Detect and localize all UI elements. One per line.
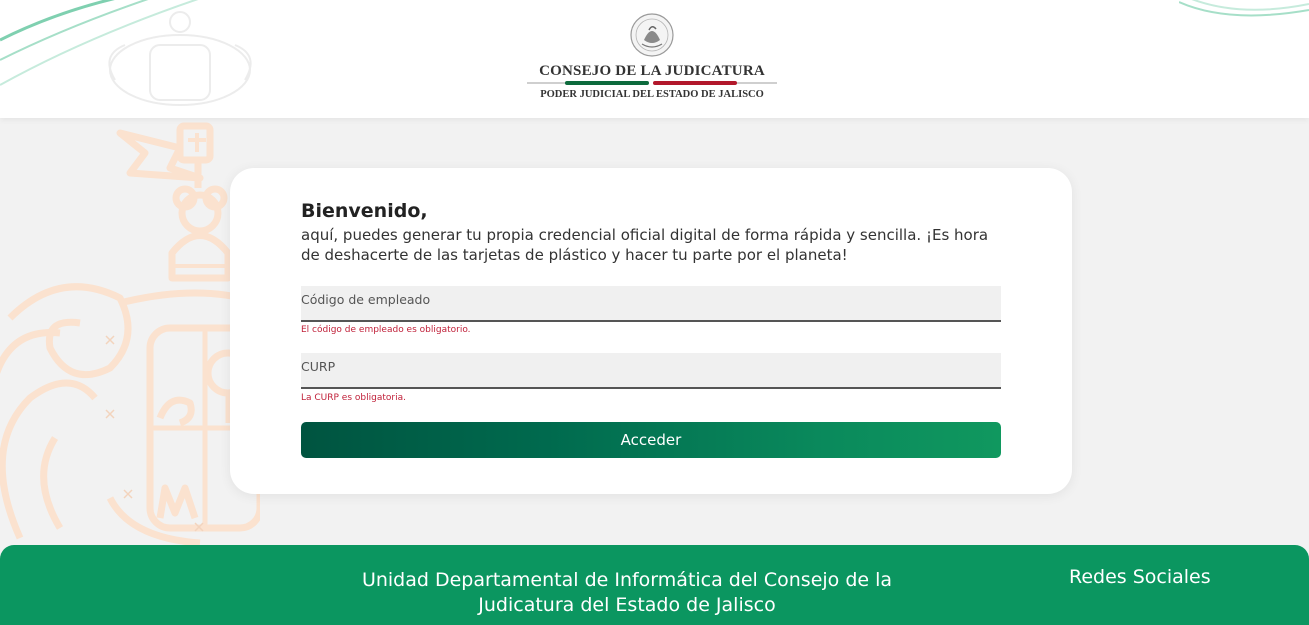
employee-code-field[interactable]	[301, 286, 1001, 322]
logo-color-bar	[527, 81, 777, 85]
welcome-description: aquí, puedes generar tu propia credencia…	[301, 226, 989, 264]
submit-button[interactable]: Acceder	[301, 422, 1001, 458]
welcome-heading: Bienvenido,	[301, 200, 428, 222]
curp-error: La CURP es obligatoria.	[301, 393, 406, 403]
jalisco-coat-of-arms-icon	[0, 122, 260, 545]
footer-organization-name: Unidad Departamental de Informática del …	[361, 569, 893, 616]
employee-code-error: El código de empleado es obligatorio.	[301, 325, 471, 335]
curp-field[interactable]	[301, 353, 1001, 389]
curp-input[interactable]	[301, 353, 1001, 387]
site-header: CONSEJO DE LA JUDICATURA PODER JUDICIAL …	[0, 0, 1309, 118]
mexican-national-seal-icon	[630, 13, 674, 57]
site-footer: Unidad Departamental de Informática del …	[0, 545, 1309, 625]
footer-social-heading: Redes Sociales	[1069, 566, 1211, 588]
judicature-logo: CONSEJO DE LA JUDICATURA PODER JUDICIAL …	[527, 10, 777, 110]
logo-title: CONSEJO DE LA JUDICATURA	[539, 63, 765, 79]
login-card: Bienvenido, aquí, puedes generar tu prop…	[230, 168, 1072, 494]
header-wave-decoration-left	[0, 0, 252, 106]
header-wave-decoration-right	[1179, 0, 1309, 17]
employee-code-input[interactable]	[301, 286, 1001, 320]
logo-subtitle: PODER JUDICIAL DEL ESTADO DE JALISCO	[540, 89, 764, 100]
